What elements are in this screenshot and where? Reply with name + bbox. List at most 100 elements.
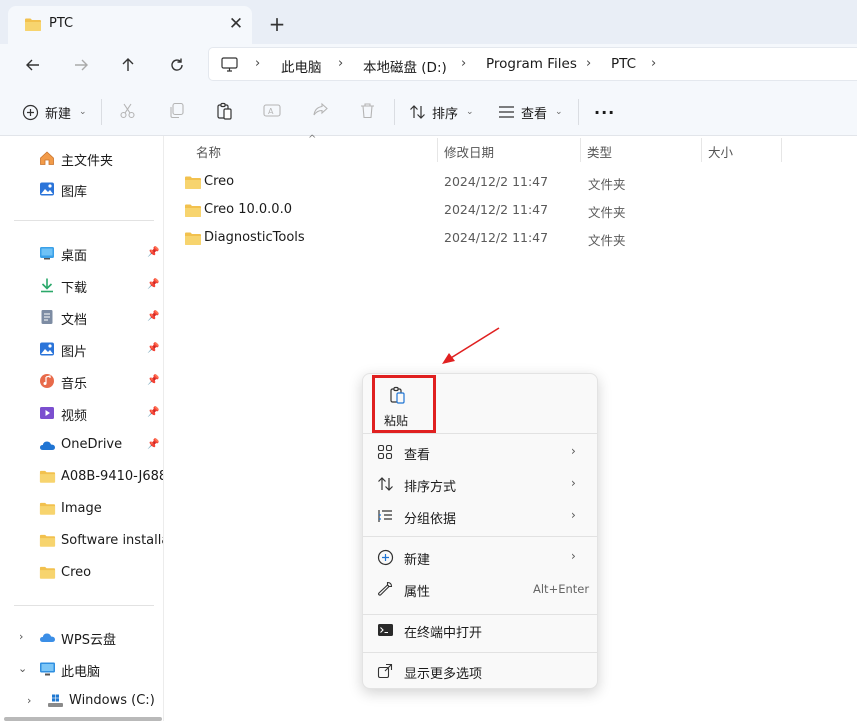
new-tab-button[interactable]: + — [265, 13, 289, 37]
sidebar-item-desktop[interactable]: 桌面 📌 — [0, 239, 163, 267]
refresh-icon — [171, 58, 183, 71]
windows-drive-icon — [47, 693, 63, 709]
divider — [14, 605, 154, 606]
refresh-button[interactable] — [163, 52, 191, 78]
pin-icon[interactable]: 📌 — [147, 375, 159, 386]
column-header-name[interactable]: 名称 — [196, 142, 221, 161]
paste-button[interactable]: 粘贴 — [372, 375, 436, 433]
cut-icon[interactable] — [119, 102, 136, 123]
shortcut-hint: Alt+Enter — [533, 582, 590, 596]
terminal-icon — [377, 622, 394, 642]
pin-icon[interactable]: 📌 — [147, 343, 159, 354]
folder-icon — [39, 501, 56, 517]
chevron-right-icon: › — [571, 508, 576, 522]
pin-icon[interactable]: 📌 — [147, 439, 159, 450]
sidebar-item-folder[interactable]: Software installati — [0, 527, 163, 555]
more-options-icon — [377, 663, 393, 683]
file-date: 2024/12/2 11:47 — [444, 230, 549, 245]
more-button[interactable]: ··· — [594, 99, 615, 125]
sidebar-item-downloads[interactable]: 下载 📌 — [0, 271, 163, 299]
column-divider[interactable] — [781, 138, 782, 162]
breadcrumb-drive-d[interactable]: 本地磁盘 (D:) — [363, 56, 447, 76]
sidebar-item-label: WPS云盘 — [61, 633, 116, 648]
sidebar-item-folder[interactable]: A08B-9410-J688_ — [0, 463, 163, 491]
file-type: 文件夹 — [588, 233, 626, 248]
sidebar-item-windows-c[interactable]: › Windows (C:) — [0, 687, 163, 715]
menu-item-new[interactable]: 新建 › — [363, 542, 597, 572]
column-divider[interactable] — [437, 138, 438, 162]
column-header-size[interactable]: 大小 — [708, 142, 733, 161]
breadcrumb-separator: › — [255, 56, 261, 71]
folder-icon — [39, 469, 56, 485]
pin-icon[interactable]: 📌 — [147, 311, 159, 322]
address-row: › 此电脑 › 本地磁盘 (D:) › Program Files › PTC … — [0, 44, 857, 86]
file-row[interactable]: Creo 2024/12/2 11:47 文件夹 — [165, 168, 857, 196]
address-bar[interactable]: › 此电脑 › 本地磁盘 (D:) › Program Files › PTC … — [208, 47, 857, 81]
sidebar-item-folder[interactable]: Creo — [0, 559, 163, 587]
menu-item-open-in-terminal[interactable]: 在终端中打开 — [363, 615, 597, 645]
sidebar-item-documents[interactable]: 文档 📌 — [0, 303, 163, 331]
sidebar-item-label: 此电脑 — [61, 665, 101, 680]
trash-icon[interactable] — [359, 102, 376, 123]
folder-icon — [24, 17, 42, 36]
folder-icon — [39, 565, 56, 581]
sidebar-item-home[interactable]: 主文件夹 — [0, 144, 163, 172]
sidebar-item-folder[interactable]: Image — [0, 495, 163, 523]
sidebar-item-this-pc[interactable]: ⌄ 此电脑 — [0, 655, 163, 683]
arrow-up-icon — [122, 58, 134, 71]
pin-icon[interactable]: 📌 — [147, 407, 159, 418]
view-button[interactable]: 查看 ⌄ — [498, 99, 563, 125]
sidebar-item-label: 主文件夹 — [61, 154, 114, 169]
share-icon[interactable] — [312, 102, 329, 123]
forward-button[interactable] — [67, 52, 95, 78]
menu-item-group-by[interactable]: 分组依据 › — [363, 501, 597, 531]
pin-icon[interactable]: 📌 — [147, 247, 159, 258]
new-button[interactable]: 新建 ⌄ — [22, 99, 87, 125]
sidebar-item-onedrive[interactable]: OneDrive 📌 — [0, 431, 163, 459]
sort-button[interactable]: 排序 ⌄ — [409, 99, 474, 125]
breadcrumb-separator: › — [338, 56, 344, 71]
breadcrumb-program-files[interactable]: Program Files — [486, 56, 577, 72]
rename-icon[interactable]: A — [263, 102, 281, 123]
sidebar-item-pictures[interactable]: 图片 📌 — [0, 335, 163, 363]
file-row[interactable]: Creo 10.0.0.0 2024/12/2 11:47 文件夹 — [165, 196, 857, 224]
sort-button-label: 排序 — [432, 106, 459, 122]
title-bar: PTC ✕ + — [0, 0, 857, 44]
sidebar-item-videos[interactable]: 视频 📌 — [0, 399, 163, 427]
sidebar-item-label: Image — [61, 501, 102, 516]
arrow-left-icon — [26, 59, 39, 71]
sidebar-item-label: Software installati — [61, 533, 163, 548]
file-type: 文件夹 — [588, 177, 626, 192]
back-button[interactable] — [19, 52, 47, 78]
folder-icon — [39, 533, 56, 549]
divider — [578, 99, 579, 125]
breadcrumb-ptc[interactable]: PTC — [611, 56, 636, 72]
menu-item-view[interactable]: 查看 › — [363, 437, 597, 467]
menu-item-properties[interactable]: 属性 Alt+Enter — [363, 574, 597, 604]
divider — [363, 536, 597, 537]
music-icon — [39, 373, 55, 389]
menu-item-show-more-options[interactable]: 显示更多选项 — [363, 656, 597, 686]
column-header-date[interactable]: 修改日期 — [444, 142, 494, 161]
column-divider[interactable] — [701, 138, 702, 162]
sidebar-item-wps-cloud[interactable]: › WPS云盘 — [0, 623, 163, 651]
copy-icon[interactable] — [168, 102, 185, 123]
sidebar-item-music[interactable]: 音乐 📌 — [0, 367, 163, 395]
file-row[interactable]: DiagnosticTools 2024/12/2 11:47 文件夹 — [165, 224, 857, 252]
file-date: 2024/12/2 11:47 — [444, 202, 549, 217]
up-button[interactable] — [114, 52, 142, 78]
tab-ptc[interactable]: PTC ✕ — [8, 6, 252, 44]
chevron-right-icon[interactable]: › — [19, 630, 23, 643]
chevron-down-icon[interactable]: ⌄ — [18, 662, 27, 675]
breadcrumb-this-pc[interactable]: 此电脑 — [281, 56, 322, 76]
column-divider[interactable] — [580, 138, 581, 162]
sidebar-scrollbar[interactable] — [4, 717, 162, 721]
pin-icon[interactable]: 📌 — [147, 279, 159, 290]
close-tab-button[interactable]: ✕ — [225, 13, 247, 35]
arrow-right-icon — [75, 59, 88, 71]
paste-icon[interactable] — [216, 102, 233, 124]
menu-item-sort-by[interactable]: 排序方式 › — [363, 469, 597, 499]
sidebar-item-gallery[interactable]: 图库 — [0, 175, 163, 203]
chevron-right-icon[interactable]: › — [27, 694, 31, 707]
column-header-type[interactable]: 类型 — [587, 142, 612, 161]
